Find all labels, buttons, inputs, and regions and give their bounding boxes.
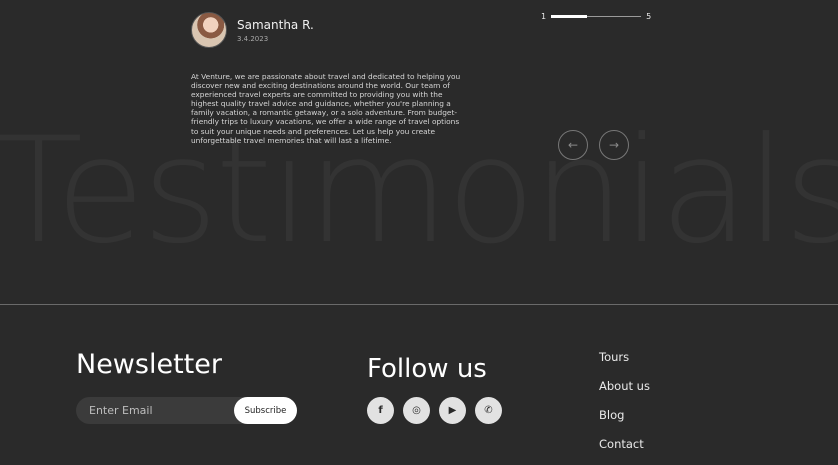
newsletter-form: Subscribe: [76, 397, 297, 424]
testimonial-text: At Venture, we are passionate about trav…: [191, 72, 461, 145]
previous-testimonial-button[interactable]: ←: [558, 130, 588, 160]
testimonial-author: Samantha R. 3.4.2023: [191, 12, 471, 48]
arrow-right-icon: →: [608, 138, 620, 152]
newsletter-title: Newsletter: [76, 349, 222, 380]
footer-nav: Tours About us Blog Contact: [599, 350, 650, 465]
pager-progress-bar[interactable]: [551, 15, 642, 18]
arrow-left-icon: ←: [567, 138, 579, 152]
avatar: [191, 12, 227, 48]
author-name: Samantha R.: [237, 17, 314, 32]
whatsapp-icon[interactable]: ✆: [475, 397, 502, 424]
pager-end: 5: [646, 12, 652, 21]
testimonial-card: Samantha R. 3.4.2023 At Venture, we are …: [191, 12, 471, 145]
follow-us-title: Follow us: [367, 354, 487, 384]
pager-start: 1: [541, 12, 547, 21]
testimonial-date: 3.4.2023: [237, 34, 269, 43]
facebook-icon[interactable]: f: [367, 397, 394, 424]
pager-progress-fill: [551, 15, 588, 18]
next-testimonial-button[interactable]: →: [599, 130, 629, 160]
testimonial-pager: 1 5: [541, 12, 651, 21]
social-links: f ◎ ▶ ✆: [367, 397, 511, 424]
section-divider: [0, 304, 838, 305]
nav-link-blog[interactable]: Blog: [599, 408, 650, 437]
email-input[interactable]: [76, 397, 236, 424]
author-meta: Samantha R. 3.4.2023: [237, 18, 314, 43]
youtube-icon[interactable]: ▶: [439, 397, 466, 424]
nav-link-tours[interactable]: Tours: [599, 350, 650, 379]
instagram-icon[interactable]: ◎: [403, 397, 430, 424]
nav-link-about-us[interactable]: About us: [599, 379, 650, 408]
subscribe-button[interactable]: Subscribe: [234, 397, 297, 424]
nav-link-contact[interactable]: Contact: [599, 437, 650, 465]
